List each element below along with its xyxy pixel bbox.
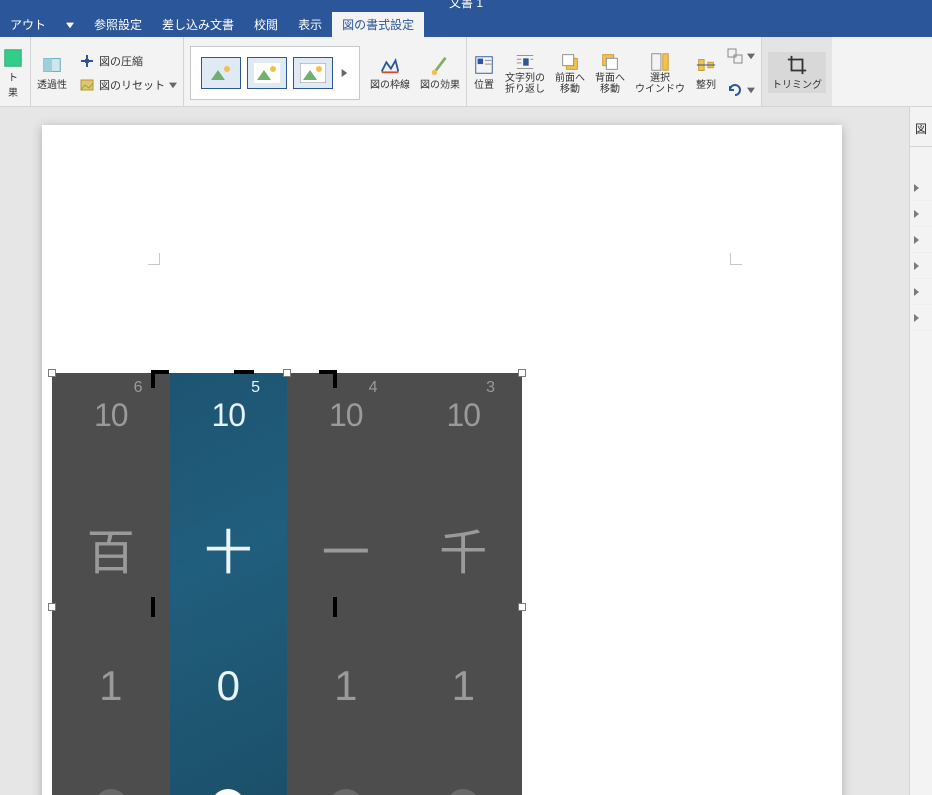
pane-section[interactable]	[910, 305, 932, 331]
chevron-right-icon	[339, 68, 349, 78]
picture-style-thumb[interactable]	[247, 57, 287, 89]
crop-handle[interactable]	[151, 597, 155, 617]
rotate-button[interactable]	[727, 79, 755, 101]
ribbon-tabs: アウト 参照設定 差し込み文書 校閲 表示 図の書式設定	[0, 12, 932, 37]
align-icon	[695, 54, 717, 76]
group-rotate-stack	[727, 45, 755, 101]
artistic-effects-button[interactable]: ト 果	[2, 47, 24, 99]
ribbon-group-adjust: 透過性 図の圧縮 図のリセット	[31, 37, 184, 106]
ribbon-group-arrange: 位置 文字列の 折り返し 前面へ 移動 背面へ 移動 選択 ウインドウ 整列	[467, 37, 762, 106]
chevron-right-icon	[914, 236, 919, 244]
pane-section[interactable]	[910, 175, 932, 201]
gallery-more-button[interactable]	[339, 68, 349, 78]
title-bar: 文書 1	[0, 0, 932, 12]
ribbon: ト 果 透過性 図の圧縮 図のリセット	[0, 37, 932, 107]
chevron-right-icon	[914, 314, 919, 322]
crop-handle[interactable]	[333, 370, 337, 388]
crop-icon	[786, 54, 808, 76]
picture-style-thumb[interactable]	[293, 57, 333, 89]
artistic-effects-icon	[2, 47, 24, 69]
tab-view[interactable]: 表示	[288, 12, 332, 37]
picture-border-icon	[379, 54, 401, 76]
picture-effects-button[interactable]: 図の効果	[420, 54, 460, 91]
chevron-down-icon	[747, 52, 755, 60]
crop-frame[interactable]	[154, 373, 334, 795]
reset-picture-icon	[79, 77, 95, 93]
text-wrap-icon	[514, 51, 536, 73]
align-button[interactable]: 整列	[695, 54, 717, 91]
text-wrap-button[interactable]: 文字列の 折り返し	[505, 51, 545, 95]
tab-dropdown-icon[interactable]	[56, 21, 84, 29]
margin-marker	[148, 253, 160, 265]
pane-section[interactable]	[910, 253, 932, 279]
send-backward-icon	[599, 51, 621, 73]
image-column: 103 千 1 4	[405, 373, 523, 795]
rotate-icon	[727, 82, 743, 98]
selection-pane-button[interactable]: 選択 ウインドウ	[635, 51, 685, 95]
crop-handle[interactable]	[333, 597, 337, 617]
digit-label: 1	[452, 662, 475, 710]
tab-layout[interactable]: アウト	[0, 12, 56, 37]
position-icon	[473, 54, 495, 76]
chevron-right-icon	[914, 184, 919, 192]
resize-handle[interactable]	[48, 369, 56, 377]
margin-marker	[730, 253, 742, 265]
transparency-button[interactable]: 透過性	[37, 54, 67, 91]
power-label: 103	[446, 397, 480, 434]
digit-label: 1	[99, 662, 122, 710]
chevron-right-icon	[914, 210, 919, 218]
bring-forward-button[interactable]: 前面へ 移動	[555, 51, 585, 95]
transparency-icon	[41, 54, 63, 76]
picture-effects-icon	[429, 54, 451, 76]
chevron-down-icon	[747, 86, 755, 94]
format-picture-pane: 図	[909, 107, 932, 795]
document-canvas[interactable]: 106 百 1 7 105 十 0 6 104 一 1 5 103 千 1	[0, 107, 909, 795]
selected-image[interactable]: 106 百 1 7 105 十 0 6 104 一 1 5 103 千 1	[52, 373, 522, 795]
tab-mailings[interactable]: 差し込み文書	[152, 12, 244, 37]
picture-border-button[interactable]: 図の枠線	[370, 54, 410, 91]
tab-picture-format[interactable]: 図の書式設定	[332, 12, 424, 37]
kanji-label: 百	[87, 513, 135, 583]
ribbon-group-effects: ト 果	[0, 37, 31, 106]
bring-forward-icon	[559, 51, 581, 73]
compress-pictures-button[interactable]: 図の圧縮	[79, 50, 177, 72]
crop-handle[interactable]	[234, 370, 254, 374]
resize-handle[interactable]	[518, 369, 526, 377]
reset-picture-button[interactable]: 図のリセット	[79, 74, 177, 96]
position-button[interactable]: 位置	[473, 54, 495, 91]
crop-handle[interactable]	[151, 370, 155, 388]
tab-references[interactable]: 参照設定	[84, 12, 152, 37]
group-icon	[727, 48, 743, 64]
picture-style-thumb[interactable]	[201, 57, 241, 89]
pane-section[interactable]	[910, 279, 932, 305]
selection-pane-icon	[649, 51, 671, 73]
ribbon-group-size: トリミング	[762, 37, 832, 106]
resize-handle[interactable]	[48, 603, 56, 611]
pane-section[interactable]	[910, 227, 932, 253]
picture-styles-gallery[interactable]	[190, 46, 360, 100]
index-badge: 7	[94, 789, 128, 795]
ribbon-group-styles: 図の枠線 図の効果	[184, 37, 467, 106]
image-column: 106 百 1 7	[52, 373, 170, 795]
document-title: 文書 1	[449, 0, 483, 11]
digit-label: 1	[334, 662, 357, 710]
compress-reset-stack: 図の圧縮 図のリセット	[79, 50, 177, 96]
pane-title: 図	[910, 107, 932, 147]
pane-section[interactable]	[910, 201, 932, 227]
index-badge: 4	[446, 789, 480, 795]
tab-review[interactable]: 校閲	[244, 12, 288, 37]
kanji-label: 千	[439, 513, 487, 583]
send-backward-button[interactable]: 背面へ 移動	[595, 51, 625, 95]
resize-handle[interactable]	[518, 603, 526, 611]
chevron-right-icon	[914, 262, 919, 270]
chevron-right-icon	[914, 288, 919, 296]
power-label: 106	[94, 397, 128, 434]
group-button[interactable]	[727, 45, 755, 67]
compress-icon	[79, 53, 95, 69]
crop-button[interactable]: トリミング	[768, 52, 826, 93]
chevron-down-icon	[169, 81, 177, 89]
